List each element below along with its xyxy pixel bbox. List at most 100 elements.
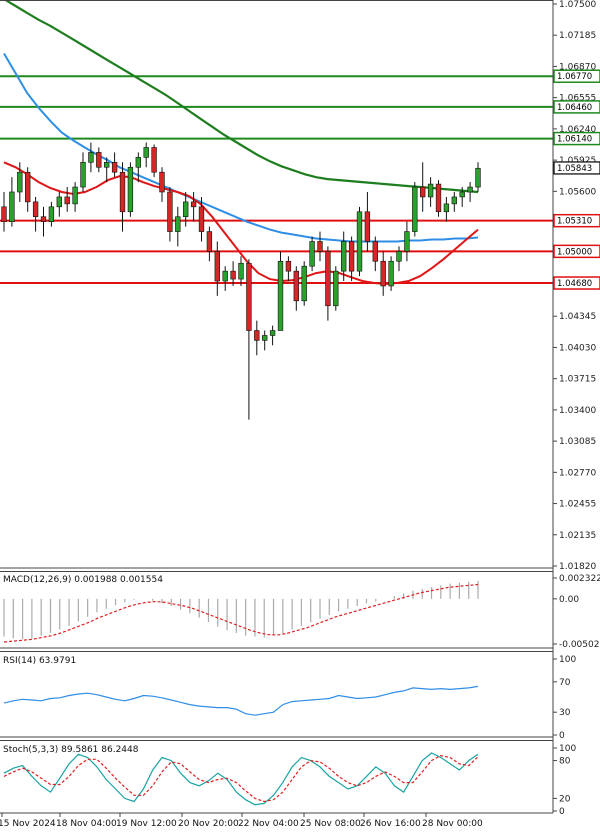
candle-body xyxy=(32,201,39,218)
candle-body xyxy=(17,171,23,193)
candle-body xyxy=(206,231,213,252)
candle-body xyxy=(222,270,228,282)
time-tick-label: 25 Nov 08:00 xyxy=(300,819,361,829)
time-tick-label: 15 Nov 2024 xyxy=(0,819,56,829)
candle-body xyxy=(25,171,31,203)
candle-body xyxy=(198,206,205,232)
candle-body xyxy=(443,203,450,213)
candle xyxy=(309,236,315,272)
candle-body xyxy=(96,152,102,168)
candle-body xyxy=(214,251,220,282)
candle-body xyxy=(341,241,347,272)
price-tick-label: 1.04345 xyxy=(559,312,596,322)
candle-body xyxy=(364,211,371,242)
candle xyxy=(435,180,442,217)
macd-tick-label: 0.002322 xyxy=(559,574,600,584)
candle-body xyxy=(325,251,331,307)
candle-body xyxy=(333,270,339,307)
price-tick-label: 1.07500 xyxy=(559,0,596,10)
stoch-tick-label: 80 xyxy=(559,757,571,767)
price-tick-label: 1.03715 xyxy=(559,375,596,385)
candle xyxy=(127,162,134,217)
candle-body xyxy=(420,186,426,198)
candle-body xyxy=(88,152,94,163)
rsi-tick-label: 70 xyxy=(559,678,571,688)
time-tick-label: 20 Nov 20:00 xyxy=(178,819,239,829)
chart-svg: 1.075001.071851.068701.065551.062401.059… xyxy=(0,0,600,834)
candle-body xyxy=(135,157,141,168)
rsi-tick-label: 0 xyxy=(559,731,565,741)
candle-body xyxy=(435,183,442,213)
candle-body xyxy=(48,206,55,222)
candle-body xyxy=(380,260,386,287)
candle-body xyxy=(277,260,284,331)
price-tick-label: 1.07185 xyxy=(559,31,596,41)
candle-body xyxy=(396,251,402,262)
candle-body xyxy=(388,260,394,287)
stoch-tick-label: 100 xyxy=(559,744,576,754)
candle-body xyxy=(175,216,181,232)
candle-body xyxy=(254,330,260,341)
price-tick-label: 1.02770 xyxy=(559,468,596,478)
candle xyxy=(277,251,284,331)
candle-body xyxy=(467,186,473,193)
candle-body xyxy=(143,147,149,158)
candle-body xyxy=(451,196,457,205)
stoch-title: Stoch(5,3,3) 89.5861 86.2448 xyxy=(3,745,139,755)
candle-body xyxy=(285,260,292,272)
price-tick-label: 1.04030 xyxy=(559,343,596,353)
candle-body xyxy=(262,335,268,341)
level-label: 1.05310 xyxy=(557,217,592,227)
time-tick-label: 22 Nov 04:00 xyxy=(238,819,299,829)
rsi-tick-label: 30 xyxy=(559,708,571,718)
candle-body xyxy=(246,262,252,331)
candle-body xyxy=(459,191,465,198)
time-tick-label: 19 Nov 12:00 xyxy=(116,819,177,829)
candle-body xyxy=(301,265,307,302)
candle-body xyxy=(404,231,410,252)
time-tick-label: 28 Nov 00:00 xyxy=(422,819,483,829)
candle xyxy=(356,206,363,277)
candle-body xyxy=(317,241,323,252)
candle-body xyxy=(356,211,363,272)
price-tick-label: 1.01820 xyxy=(559,562,596,572)
candle-body xyxy=(72,186,78,205)
candle-body xyxy=(80,162,86,188)
time-tick-label: 26 Nov 16:00 xyxy=(360,819,421,829)
candle xyxy=(412,182,418,237)
candle-body xyxy=(56,196,62,208)
macd-tick-label: 0.00 xyxy=(559,595,579,605)
price-tick-label: 1.03085 xyxy=(559,437,596,447)
candle-body xyxy=(412,186,418,232)
candle-body xyxy=(309,241,315,267)
candle-body xyxy=(9,191,15,222)
candle-body xyxy=(348,241,355,272)
price-tick-label: 1.03400 xyxy=(559,406,596,416)
price-tick-label: 1.05600 xyxy=(559,187,596,197)
level-label: 1.05000 xyxy=(557,247,592,257)
candle-body xyxy=(372,241,378,262)
candle xyxy=(333,266,339,311)
candle xyxy=(388,256,394,291)
candle-body xyxy=(475,167,481,188)
stoch-tick-label: 0 xyxy=(559,807,565,817)
macd-title: MACD(12,26,9) 0.001988 0.001554 xyxy=(3,575,163,585)
candle-body xyxy=(111,162,118,173)
candle-body xyxy=(127,166,134,213)
time-tick-label: 18 Nov 04:00 xyxy=(56,819,117,829)
candle-body xyxy=(104,162,110,168)
stoch-tick-label: 20 xyxy=(559,794,571,804)
candle-body xyxy=(269,330,276,336)
candle-body xyxy=(230,270,236,280)
candle-body xyxy=(151,147,157,173)
candle xyxy=(151,144,157,178)
level-label: 1.06770 xyxy=(557,72,592,82)
rsi-title: RSI(14) 63.9791 xyxy=(3,656,76,666)
macd-tick-label: -0.005027 xyxy=(559,640,600,650)
candle-body xyxy=(40,216,47,222)
chart-root: 1.07500 1.07185 1.06870 1.06555 1.06240 1.059… xyxy=(0,0,600,834)
candle-body xyxy=(238,262,244,280)
candle-body xyxy=(190,201,197,208)
level-label: 1.04680 xyxy=(557,279,592,289)
price-tick-label: 1.02455 xyxy=(559,500,596,510)
